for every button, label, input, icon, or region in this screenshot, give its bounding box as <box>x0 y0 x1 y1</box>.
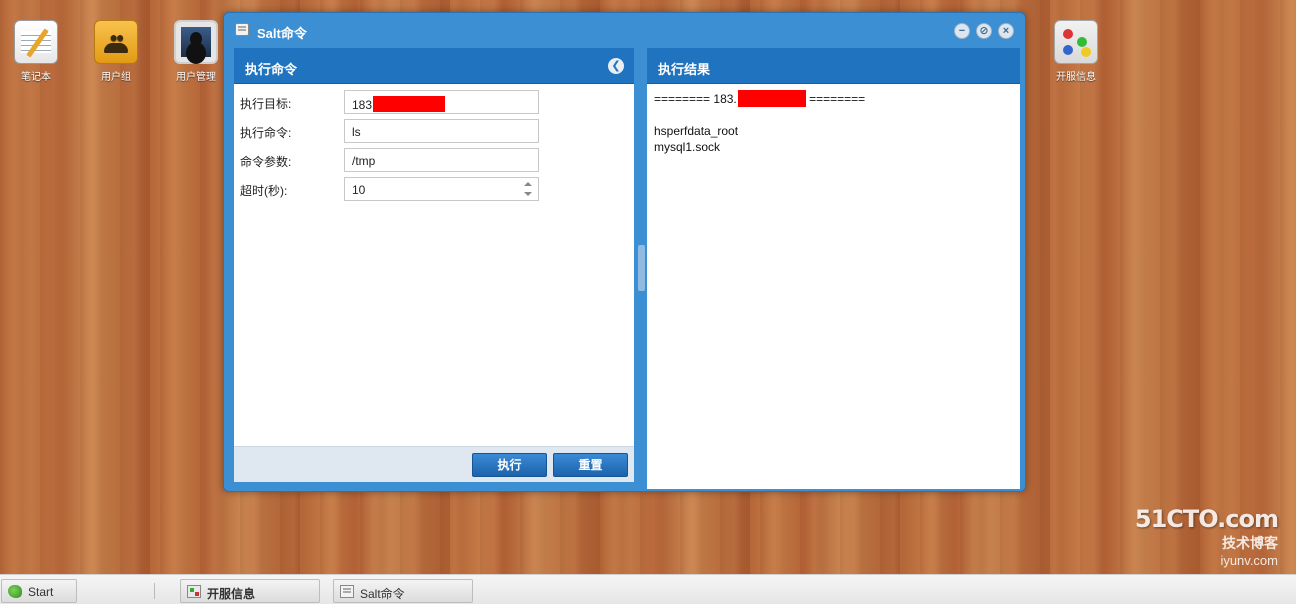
form-row-timeout: 超时(秒): 10 <box>240 177 630 201</box>
execution-result-panel: 执行结果 ======== 183. ======== hsperfdata_r… <box>647 48 1020 489</box>
timeout-value: 10 <box>352 183 366 197</box>
desktop-icon-server-info[interactable]: 开服信息 <box>1041 20 1111 83</box>
form-row-target: 执行目标: 183 <box>240 90 630 114</box>
form-row-command: 执行命令: ls <box>240 119 630 143</box>
taskbar-item-server-info[interactable]: 开服信息 <box>180 579 320 603</box>
timeout-label: 超时(秒): <box>240 184 288 198</box>
panel-title: 执行结果 <box>658 62 711 77</box>
taskbar-separator <box>154 583 155 599</box>
user-management-icon <box>174 20 218 64</box>
target-value: 183 <box>352 98 373 112</box>
command-value: ls <box>352 125 361 139</box>
desktop-icon-notebook[interactable]: 笔记本 <box>1 20 71 83</box>
result-line: hsperfdata_root <box>654 124 739 138</box>
window-titlebar[interactable]: Salt命令 − ⊘ × <box>224 13 1025 47</box>
collapse-left-icon[interactable]: ❮ <box>608 58 624 74</box>
window-app-icon <box>235 23 249 36</box>
window-app-icon <box>340 585 354 598</box>
game-controller-icon <box>187 585 201 598</box>
timeout-stepper[interactable]: 10 <box>344 177 539 201</box>
user-group-icon <box>94 20 138 64</box>
desktop-icon-user-management[interactable]: 用户管理 <box>161 20 231 83</box>
taskbar-item-salt-command[interactable]: Salt命令 <box>333 579 473 603</box>
target-label: 执行目标: <box>240 97 292 111</box>
args-input[interactable]: /tmp <box>344 148 539 172</box>
notebook-icon <box>14 20 58 64</box>
reset-button[interactable]: 重置 <box>553 453 628 477</box>
desktop-icon-label: 笔记本 <box>21 72 51 83</box>
args-label: 命令参数: <box>240 155 292 169</box>
panel-header: 执行命令 ❮ <box>234 48 634 84</box>
desktop-icon-label: 用户管理 <box>176 72 216 83</box>
command-input[interactable]: ls <box>344 119 539 143</box>
command-label: 执行命令: <box>240 126 292 140</box>
panel-title: 执行命令 <box>245 62 298 77</box>
taskbar-item-label: Salt命令 <box>360 587 405 601</box>
redaction-mark <box>373 96 446 112</box>
result-line: mysql1.sock <box>654 140 721 154</box>
result-output: ======== 183. ======== hsperfdata_root m… <box>647 84 1020 161</box>
result-header: ======== 183. ======== <box>654 90 1013 107</box>
game-controller-icon <box>1054 20 1098 64</box>
result-header-prefix: ======== 183. <box>654 92 737 106</box>
spinner-arrows-icon[interactable] <box>524 182 532 196</box>
minimize-icon[interactable]: − <box>954 23 970 39</box>
maximize-icon[interactable]: ⊘ <box>976 23 992 39</box>
panel-header: 执行结果 <box>647 48 1020 84</box>
target-input[interactable]: 183 <box>344 90 539 114</box>
form-row-args: 命令参数: /tmp <box>240 148 630 172</box>
args-value: /tmp <box>352 154 376 168</box>
taskbar: Start 开服信息 Salt命令 <box>0 574 1296 604</box>
execute-button[interactable]: 执行 <box>472 453 547 477</box>
button-bar: 执行 重置 <box>234 446 634 482</box>
watermark-line: 51CTO.com <box>1134 505 1279 533</box>
close-icon[interactable]: × <box>998 23 1014 39</box>
watermark: 51CTO.com 技术博客 iyunv.com <box>1134 505 1279 568</box>
redaction-mark <box>737 90 806 107</box>
result-header-suffix: ======== <box>805 92 866 106</box>
watermark-line: 技术博客 <box>1222 535 1278 551</box>
desktop-icon-label: 开服信息 <box>1056 72 1096 83</box>
taskbar-item-label: 开服信息 <box>207 587 256 601</box>
window-title: Salt命令 <box>257 26 307 41</box>
start-label: Start <box>28 585 54 599</box>
desktop: 笔记本 用户组 用户管理 开服信息 Salt命令 − ⊘ × 执行命令 ❮ 执行… <box>0 0 1296 574</box>
desktop-icon-label: 用户组 <box>101 72 131 83</box>
start-icon <box>8 585 22 598</box>
salt-command-window: Salt命令 − ⊘ × 执行命令 ❮ 执行目标: 183 执行命令: ls 命… <box>223 12 1026 492</box>
watermark-line: iyunv.com <box>1220 553 1278 568</box>
start-button[interactable]: Start <box>1 579 77 603</box>
execute-command-panel: 执行命令 ❮ 执行目标: 183 执行命令: ls 命令参数: /tmp 超时(… <box>234 48 634 482</box>
panel-splitter[interactable] <box>638 245 645 291</box>
desktop-icon-user-group[interactable]: 用户组 <box>81 20 151 83</box>
